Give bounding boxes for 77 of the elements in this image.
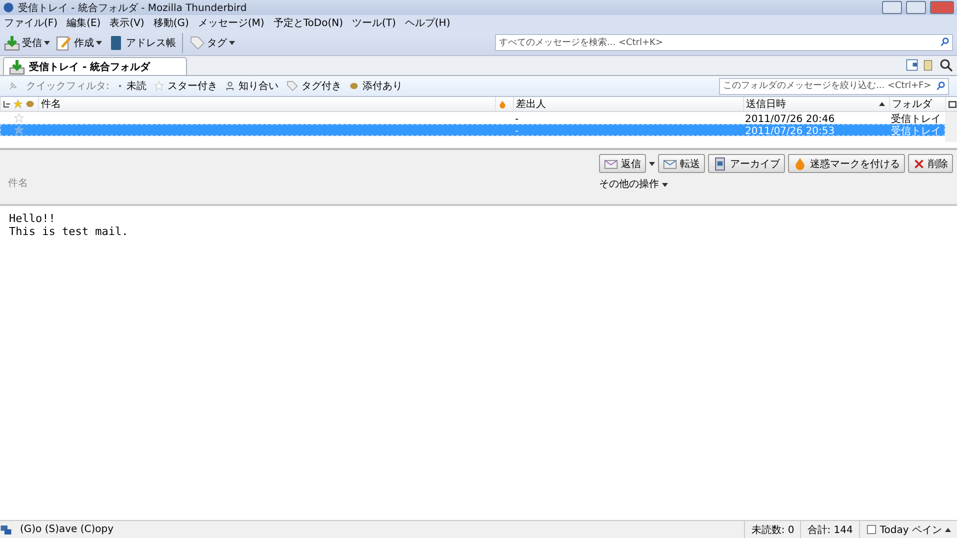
archive-box-icon bbox=[713, 156, 727, 170]
quick-filter-label: クイックフィルタ: bbox=[26, 80, 110, 93]
network-icon bbox=[0, 524, 12, 536]
restore-button[interactable] bbox=[906, 1, 926, 14]
address-book-icon bbox=[108, 34, 124, 50]
action-button[interactable]: 迷惑マークを付ける bbox=[788, 154, 905, 173]
column-header[interactable]: 送信日時 bbox=[743, 97, 889, 111]
menu-item[interactable]: 表示(V) bbox=[110, 16, 144, 30]
tag-icon bbox=[286, 80, 298, 92]
flame-icon bbox=[498, 100, 507, 108]
caret-icon bbox=[879, 102, 885, 106]
star-icon bbox=[14, 124, 24, 134]
search-icon bbox=[936, 80, 946, 90]
unread-count: 未読数: 0 bbox=[744, 521, 800, 538]
message-body: Hello!! This is test mail. bbox=[8, 211, 130, 240]
filter-button[interactable]: 知り合い bbox=[225, 79, 278, 93]
menu-item[interactable]: 移動(G) bbox=[153, 16, 189, 30]
star-icon bbox=[13, 99, 23, 109]
more-actions-menu[interactable]: その他の操作 bbox=[599, 177, 953, 191]
filter-button[interactable]: タグ付き bbox=[286, 79, 342, 93]
column-header[interactable]: 件名 bbox=[38, 97, 495, 111]
toolbar-button[interactable]: 作成 bbox=[56, 32, 102, 52]
column-header[interactable]: フォルダ bbox=[889, 97, 945, 111]
caret-icon bbox=[662, 183, 668, 187]
tag-icon bbox=[189, 34, 205, 50]
pin-icon bbox=[8, 81, 18, 91]
star-icon bbox=[154, 81, 164, 91]
caret-icon bbox=[945, 528, 951, 532]
inbox-download-icon bbox=[4, 34, 20, 50]
filter-field[interactable]: このフォルダのメッセージを絞り込む... <Ctrl+F> bbox=[719, 78, 949, 94]
window-title: 受信トレイ - 統合フォルダ - Mozilla Thunderbird bbox=[18, 2, 248, 14]
minimize-button[interactable] bbox=[882, 1, 902, 14]
inbox-download-icon bbox=[9, 58, 25, 74]
action-button[interactable]: 転送 bbox=[658, 154, 705, 173]
star-icon bbox=[14, 112, 24, 122]
tab[interactable]: 受信トレイ - 統合フォルダ bbox=[3, 57, 187, 75]
menu-item[interactable]: 予定とToDo(N) bbox=[273, 16, 343, 30]
person-icon bbox=[225, 81, 236, 91]
menu-item[interactable]: ヘルプ(H) bbox=[404, 16, 450, 30]
scrollbar[interactable] bbox=[945, 112, 957, 142]
flame-icon bbox=[793, 156, 807, 170]
menu-item[interactable]: 編集(E) bbox=[66, 16, 101, 30]
pencil-note-icon bbox=[56, 34, 72, 50]
close-icon bbox=[913, 158, 925, 170]
clipboard-icon bbox=[922, 59, 934, 71]
sender-cell-text: - bbox=[514, 114, 520, 124]
message-row[interactable]: - 2011/07/26 20:46 受信トレイ bbox=[0, 112, 945, 124]
toolbar-button[interactable]: タグ bbox=[189, 32, 235, 52]
total-count: 合計: 144 bbox=[800, 521, 859, 538]
folder-cell-text: 受信トレイ bbox=[890, 124, 942, 138]
action-button[interactable]: 削除 bbox=[908, 154, 953, 173]
menu-item[interactable]: メッセージ(M) bbox=[198, 16, 264, 30]
column-header[interactable]: 差出人 bbox=[513, 97, 743, 111]
toolbar-button[interactable]: 受信 bbox=[4, 32, 50, 52]
toolbar-button[interactable]: アドレス帳 bbox=[108, 32, 176, 52]
filter-button[interactable]: スター付き bbox=[154, 79, 218, 93]
subject-label: 件名 bbox=[8, 177, 29, 190]
column-picker-icon bbox=[948, 100, 957, 108]
filter-button[interactable]: 添付あり bbox=[349, 79, 402, 93]
layout-icon bbox=[906, 59, 918, 71]
dot-icon bbox=[117, 83, 124, 89]
search-icon bbox=[940, 37, 950, 47]
search-icon bbox=[938, 57, 954, 73]
menu-item[interactable]: ツール(T) bbox=[352, 16, 396, 30]
action-button[interactable]: 返信 bbox=[599, 154, 646, 173]
today-pane-button[interactable]: Today ペイン bbox=[858, 521, 957, 538]
sender-cell-text: - bbox=[514, 126, 520, 136]
menu-item[interactable]: ファイル(F) bbox=[4, 16, 58, 30]
status-text: (G)o (S)ave (C)opy bbox=[19, 524, 115, 535]
filter-button[interactable]: 未読 bbox=[117, 79, 146, 93]
date-cell-text: 2011/07/26 20:46 bbox=[744, 114, 836, 124]
date-cell-text: 2011/07/26 20:53 bbox=[744, 126, 836, 136]
folder-cell-text: 受信トレイ bbox=[890, 112, 942, 126]
search-field[interactable]: すべてのメッセージを検索... <Ctrl+K> bbox=[495, 34, 953, 51]
action-button[interactable]: アーカイブ bbox=[708, 154, 785, 173]
app-logo-icon bbox=[3, 2, 14, 13]
thread-icon bbox=[3, 100, 11, 108]
